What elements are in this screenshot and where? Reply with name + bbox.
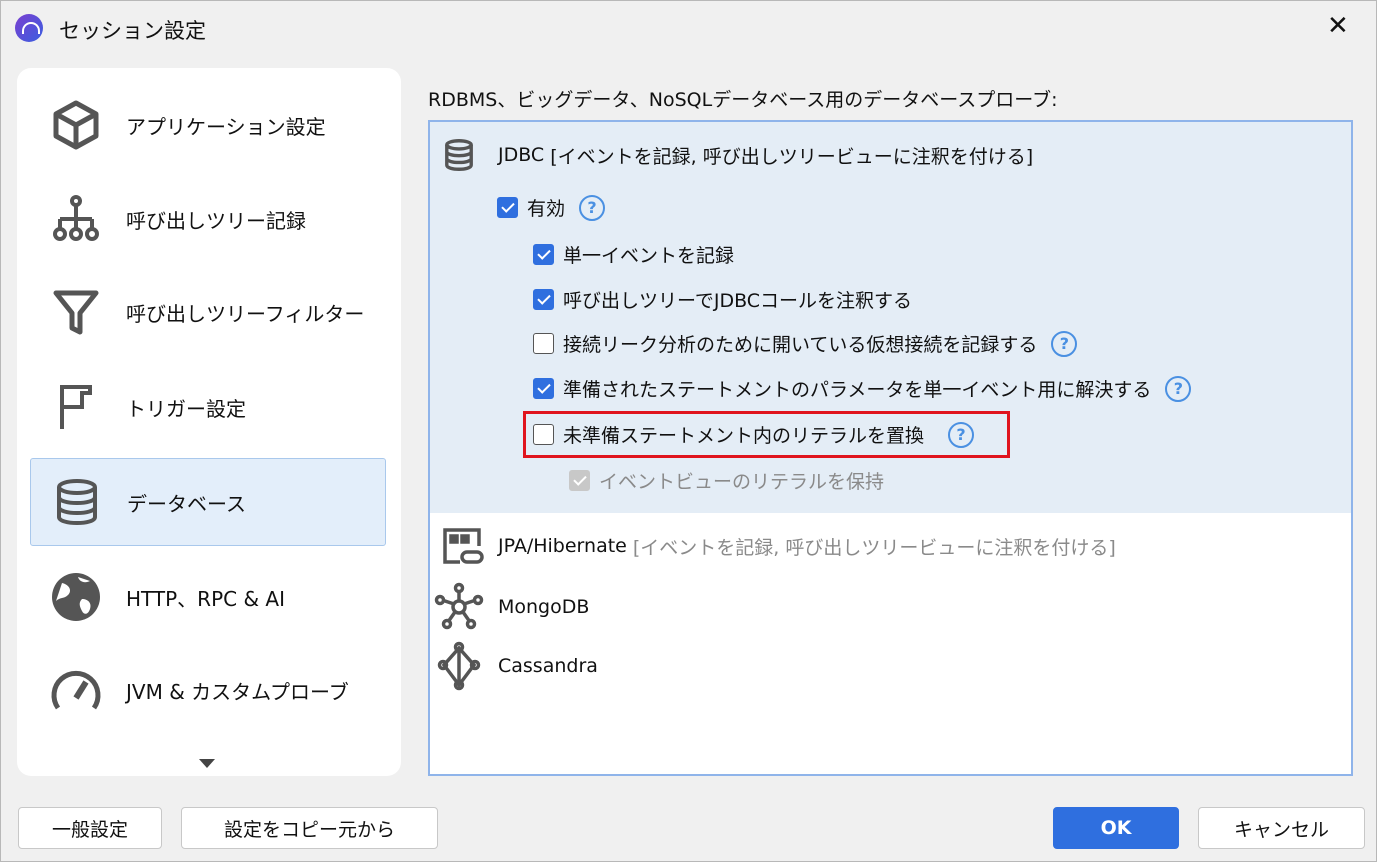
checkbox[interactable] (533, 289, 554, 310)
probe-tags: [イベントを記録, 呼び出しツリービューに注釈を付ける] (632, 536, 1116, 559)
cassandra-icon (437, 641, 481, 691)
general-settings-button[interactable]: 一般設定 (18, 807, 162, 849)
close-button[interactable]: ✕ (1327, 11, 1349, 41)
probe-name: Cassandra (498, 655, 598, 677)
checkbox[interactable] (533, 244, 554, 265)
probe-name: JPA/Hibernate (498, 535, 627, 557)
option-label: 未準備ステートメント内のリテラルを置換 (563, 425, 925, 447)
jpa-probe-row[interactable]: JPA/Hibernate [イベントを記録, 呼び出しツリービューに注釈を付け… (440, 526, 1116, 566)
gauge-icon (51, 670, 101, 710)
jdbc-probe-row[interactable]: JDBC [イベントを記録, 呼び出しツリービューに注釈を付ける] (440, 136, 1033, 174)
copy-settings-button[interactable]: 設定をコピー元から (181, 807, 438, 849)
ok-button[interactable]: OK (1053, 807, 1179, 849)
filter-icon (53, 290, 99, 335)
sidebar-item-http-rpc-ai[interactable]: HTTP、RPC & AI (30, 553, 386, 641)
sidebar: アプリケーション設定 呼び出しツリー記録 呼び出しツリーフィルター トリガー設定… (17, 68, 401, 776)
option-record-virtual-connections: 接続リーク分析のために開いている仮想接続を記録する ? (533, 330, 1078, 357)
probe-name: MongoDB (498, 596, 590, 618)
sidebar-item-application-settings[interactable]: アプリケーション設定 (30, 81, 386, 169)
cassandra-probe-row[interactable]: Cassandra (434, 641, 598, 691)
sidebar-item-call-tree-recording[interactable]: 呼び出しツリー記録 (30, 175, 386, 263)
cancel-button[interactable]: キャンセル (1198, 807, 1365, 849)
option-annotate-jdbc-calls: 呼び出しツリーでJDBCコールを注釈する (533, 286, 912, 313)
enabled-option: 有効 ? (497, 194, 606, 221)
cube-icon (53, 100, 99, 150)
flag-icon (60, 385, 92, 429)
window-title: セッション設定 (59, 19, 206, 43)
option-label: 接続リーク分析のために開いている仮想接続を記録する (563, 334, 1038, 356)
checkbox (569, 470, 590, 491)
probe-list: JDBC [イベントを記録, 呼び出しツリービューに注釈を付ける] 有効 ? 単… (428, 120, 1353, 776)
database-icon (445, 139, 473, 171)
option-label: イベントビューのリテラルを保持 (599, 471, 885, 493)
option-keep-literals: イベントビューのリテラルを保持 (569, 467, 884, 494)
sidebar-item-call-tree-filter[interactable]: 呼び出しツリーフィルター (30, 268, 386, 356)
jpa-icon (443, 528, 484, 564)
sidebar-item-database[interactable]: データベース (30, 458, 386, 546)
checkbox[interactable] (533, 424, 554, 445)
tree-icon (53, 195, 99, 241)
help-icon[interactable]: ? (579, 194, 606, 221)
checkbox[interactable] (533, 378, 554, 399)
app-logo-icon (15, 14, 43, 42)
enabled-label: 有効 (527, 198, 566, 220)
scroll-down-arrow-icon[interactable] (199, 759, 215, 768)
option-replace-literals: 未準備ステートメント内のリテラルを置換 ? (533, 421, 975, 448)
probe-name: JDBC (498, 144, 545, 166)
help-icon[interactable]: ? (1165, 375, 1192, 402)
mongodb-probe-row[interactable]: MongoDB (434, 582, 589, 632)
checkbox[interactable] (533, 333, 554, 354)
sidebar-item-jvm-custom-probes[interactable]: JVM & カスタムプローブ (30, 646, 386, 734)
option-label: 単一イベントを記録 (563, 245, 735, 267)
option-label: 呼び出しツリーでJDBCコールを注釈する (563, 290, 913, 312)
option-label: 準備されたステートメントのパラメータを単一イベント用に解決する (563, 379, 1152, 401)
mongodb-icon (434, 582, 484, 630)
help-icon[interactable]: ? (948, 421, 975, 448)
enabled-checkbox[interactable] (497, 197, 518, 218)
sidebar-item-triggers[interactable]: トリガー設定 (30, 363, 386, 451)
option-record-single-events: 単一イベントを記録 (533, 241, 734, 268)
database-icon (57, 479, 97, 525)
help-icon[interactable]: ? (1051, 330, 1078, 357)
section-header: RDBMS、ビッグデータ、NoSQLデータベース用のデータベースプローブ: (428, 89, 1058, 111)
globe-icon (52, 573, 100, 621)
option-resolve-prepared-params: 準備されたステートメントのパラメータを単一イベント用に解決する ? (533, 375, 1192, 402)
probe-tags: [イベントを記録, 呼び出しツリービューに注釈を付ける] (550, 145, 1034, 168)
